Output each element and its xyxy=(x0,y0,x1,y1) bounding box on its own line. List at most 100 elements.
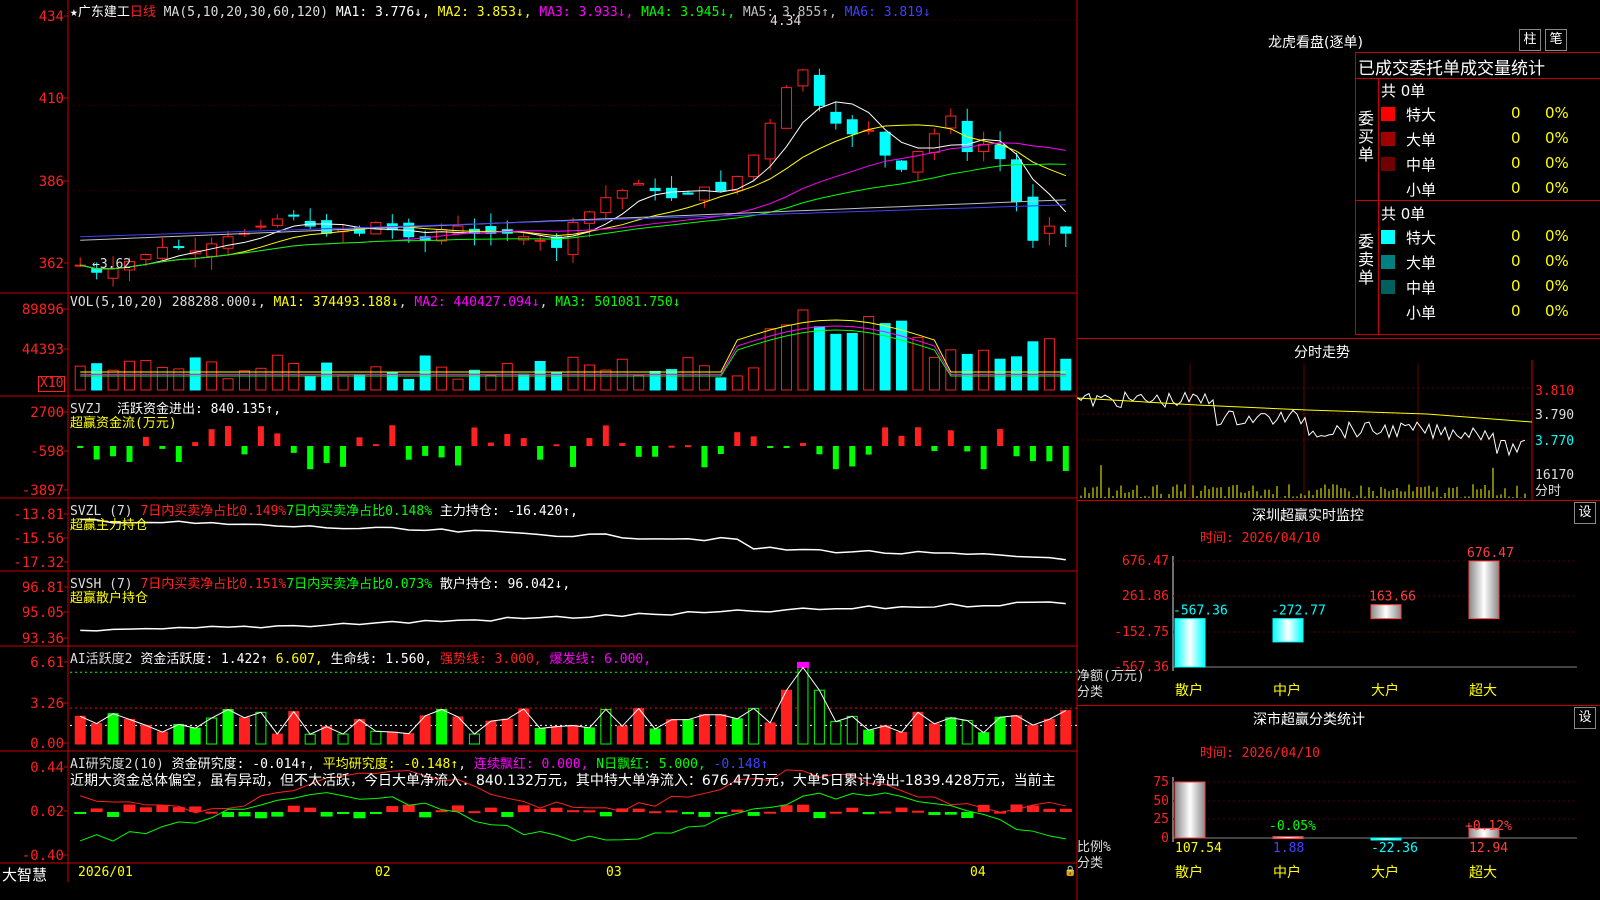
research-bar xyxy=(928,812,941,816)
sz-monitor-title: 深圳超赢实时监控 xyxy=(1252,508,1364,524)
candle-body xyxy=(255,225,267,228)
activity-bar xyxy=(896,731,908,745)
tick-view-button[interactable]: 笔 xyxy=(1545,29,1567,51)
svzl-tick: -17.32 xyxy=(13,555,64,571)
vol-ma1: MA1: 374493.188↓ xyxy=(273,295,399,310)
retail-holding-line xyxy=(80,601,1066,632)
flow-bar xyxy=(980,446,987,470)
research-bar xyxy=(550,807,563,812)
vol-unit-badge: X10 xyxy=(38,376,66,392)
buy-swatch xyxy=(1381,132,1395,146)
buy-row-pct: 0% xyxy=(1545,129,1569,147)
flow-bar xyxy=(307,446,314,470)
ma-item: MA6: 3.819↓ xyxy=(836,5,931,20)
volume-bar xyxy=(337,375,349,391)
candle-body xyxy=(764,122,776,160)
activity-bar xyxy=(173,723,185,745)
flow-bar xyxy=(701,446,708,468)
sell-row-pct: 0% xyxy=(1545,277,1569,295)
volume-bar xyxy=(518,373,530,391)
research-bar xyxy=(386,806,399,812)
research-bar xyxy=(271,812,284,817)
candle-body xyxy=(1027,196,1039,241)
candle-body xyxy=(649,187,661,192)
ai1-tick: 0.00 xyxy=(30,736,64,752)
research-bar xyxy=(583,810,596,813)
activity-bar xyxy=(863,729,875,745)
research-bar xyxy=(780,805,793,812)
category-bar xyxy=(1272,836,1304,840)
volume-bar xyxy=(74,365,86,391)
stock-name[interactable]: ★广东建工 xyxy=(70,5,130,20)
volume-bar xyxy=(600,369,612,391)
research-bar xyxy=(74,812,87,814)
candle-body xyxy=(600,197,612,214)
category-bar xyxy=(1370,604,1402,620)
bar-value-label: -567.36 xyxy=(1173,604,1228,619)
flow-bar xyxy=(816,446,823,455)
buy-row-value: 0 xyxy=(1511,129,1521,147)
activity-bar xyxy=(846,715,858,745)
buy-row-value: 0 xyxy=(1511,179,1521,197)
activity-bar xyxy=(140,724,152,745)
volume-bar xyxy=(1043,338,1055,391)
activity-bar xyxy=(567,724,579,745)
y-axis-label: 净额(万元) xyxy=(1077,669,1145,684)
sz-monitor-settings-button[interactable]: 设 xyxy=(1574,502,1596,524)
y-tick: 25 xyxy=(1153,812,1169,827)
lock-icon[interactable]: 🔒 xyxy=(1064,866,1076,877)
research-bar xyxy=(123,804,136,812)
research-bar xyxy=(846,807,859,812)
activity-bar xyxy=(91,723,103,745)
volume-bar xyxy=(666,369,678,391)
activity-bar xyxy=(206,717,218,745)
candle-body xyxy=(156,246,168,259)
period-label[interactable]: 日线 xyxy=(130,5,156,20)
svsh-tick: 93.36 xyxy=(22,631,64,647)
volume-bar xyxy=(436,366,448,391)
activity-bar xyxy=(321,726,333,745)
flow-bar xyxy=(898,435,905,446)
activity-bar xyxy=(928,723,940,745)
research-bar xyxy=(254,812,267,819)
svzl-subtitle: 超赢主力持仓 xyxy=(70,518,149,533)
activity-bar xyxy=(600,708,612,745)
activity-bar xyxy=(436,708,448,745)
volume-bar xyxy=(715,377,727,391)
column-view-button[interactable]: 柱 xyxy=(1519,29,1541,51)
flow-bar xyxy=(142,436,149,446)
volume-bar xyxy=(288,363,300,391)
flow-bar xyxy=(257,426,264,446)
sell-swatch xyxy=(1381,305,1395,319)
research-bar xyxy=(534,808,547,812)
price-tick: 410 xyxy=(39,91,64,107)
y-axis-label: 比例% xyxy=(1077,840,1111,855)
flow-bar xyxy=(274,433,281,446)
buy-swatch xyxy=(1381,182,1395,196)
candle-body xyxy=(781,87,793,129)
activity-bar xyxy=(1011,715,1023,745)
flow-bar xyxy=(241,446,248,455)
activity-bar xyxy=(534,727,546,745)
intraday-chart[interactable]: 3.810 3.790 3.770 16170分时 xyxy=(1077,360,1600,500)
volume-bar xyxy=(1027,341,1039,391)
flow-bar xyxy=(619,443,626,446)
sz-class-time: 时间: 2026/04/10 xyxy=(1200,746,1320,761)
fenshi-title: 分时走势 xyxy=(1294,345,1350,361)
candle-body xyxy=(830,111,842,124)
candle-body xyxy=(140,254,152,260)
ai1-d: 强势线: 3.000, xyxy=(440,652,542,667)
activity-bar xyxy=(468,733,480,745)
activity-bar xyxy=(797,667,809,745)
sz-class-settings-button[interactable]: 设 xyxy=(1574,707,1596,729)
volume-bar xyxy=(830,333,842,391)
research-bar xyxy=(829,811,842,814)
fenshi-unit: 分时 xyxy=(1535,484,1561,499)
price-tick: 434 xyxy=(39,9,64,25)
volume-bar xyxy=(271,354,283,391)
candle-body xyxy=(846,119,858,135)
sell-row-name: 特大 xyxy=(1406,229,1437,247)
volume-bar xyxy=(928,356,940,391)
sell-side-label: 委卖单 xyxy=(1358,232,1375,287)
flow-bar xyxy=(438,446,445,458)
